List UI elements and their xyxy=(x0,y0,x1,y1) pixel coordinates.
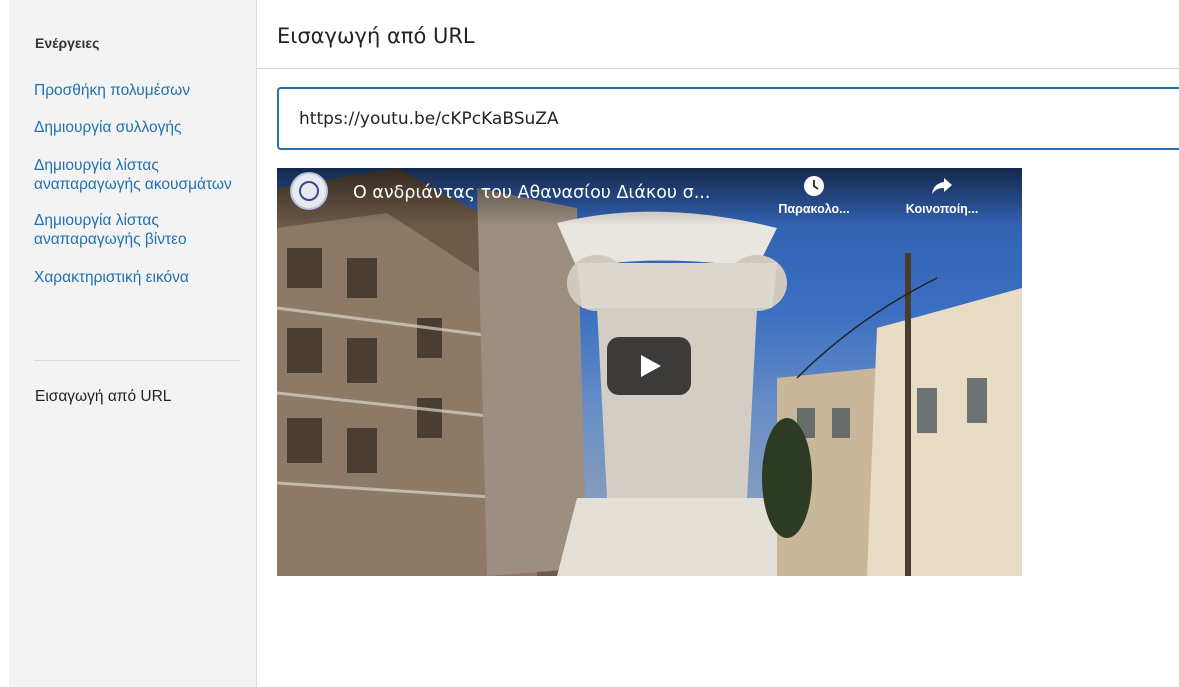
sidebar-heading: Ενέργειες xyxy=(35,35,100,51)
share-icon xyxy=(932,178,952,194)
video-title[interactable]: Ο ανδριάντας του Αθανασίου Διάκου σ... xyxy=(353,183,710,203)
share-button[interactable]: Κοινοποίη... xyxy=(887,174,997,216)
clock-icon xyxy=(804,176,824,196)
url-input[interactable] xyxy=(277,87,1179,150)
menu-item-add-media[interactable]: Προσθήκη πολυμέσων xyxy=(34,81,234,100)
watch-later-label: Παρακολο... xyxy=(778,202,850,216)
title-divider xyxy=(257,68,1179,69)
menu-item-create-gallery[interactable]: Δημιουργία συλλογής xyxy=(34,118,234,137)
channel-avatar[interactable] xyxy=(290,172,328,210)
sidebar-separator xyxy=(34,360,240,361)
play-icon[interactable] xyxy=(607,337,691,395)
watch-later-button[interactable]: Παρακολο... xyxy=(769,174,859,216)
share-label: Κοινοποίη... xyxy=(905,202,979,216)
menu-item-create-audio-playlist[interactable]: Δημιουργία λίστας αναπαραγωγής ακουσμάτω… xyxy=(34,156,234,194)
menu-item-create-video-playlist[interactable]: Δημιουργία λίστας αναπαραγωγής βίντεο xyxy=(34,211,234,249)
menu-item-insert-from-url[interactable]: Εισαγωγή από URL xyxy=(35,388,171,406)
media-sidebar: Ενέργειες Προσθήκη πολυμέσων Δημιουργία … xyxy=(9,0,257,687)
video-embed-preview[interactable]: Ο ανδριάντας του Αθανασίου Διάκου σ... Π… xyxy=(277,168,1022,576)
menu-item-featured-image[interactable]: Χαρακτηριστική εικόνα xyxy=(34,268,234,287)
sidebar-menu: Προσθήκη πολυμέσων Δημιουργία συλλογής Δ… xyxy=(34,81,234,300)
page-title: Εισαγωγή από URL xyxy=(277,24,475,48)
